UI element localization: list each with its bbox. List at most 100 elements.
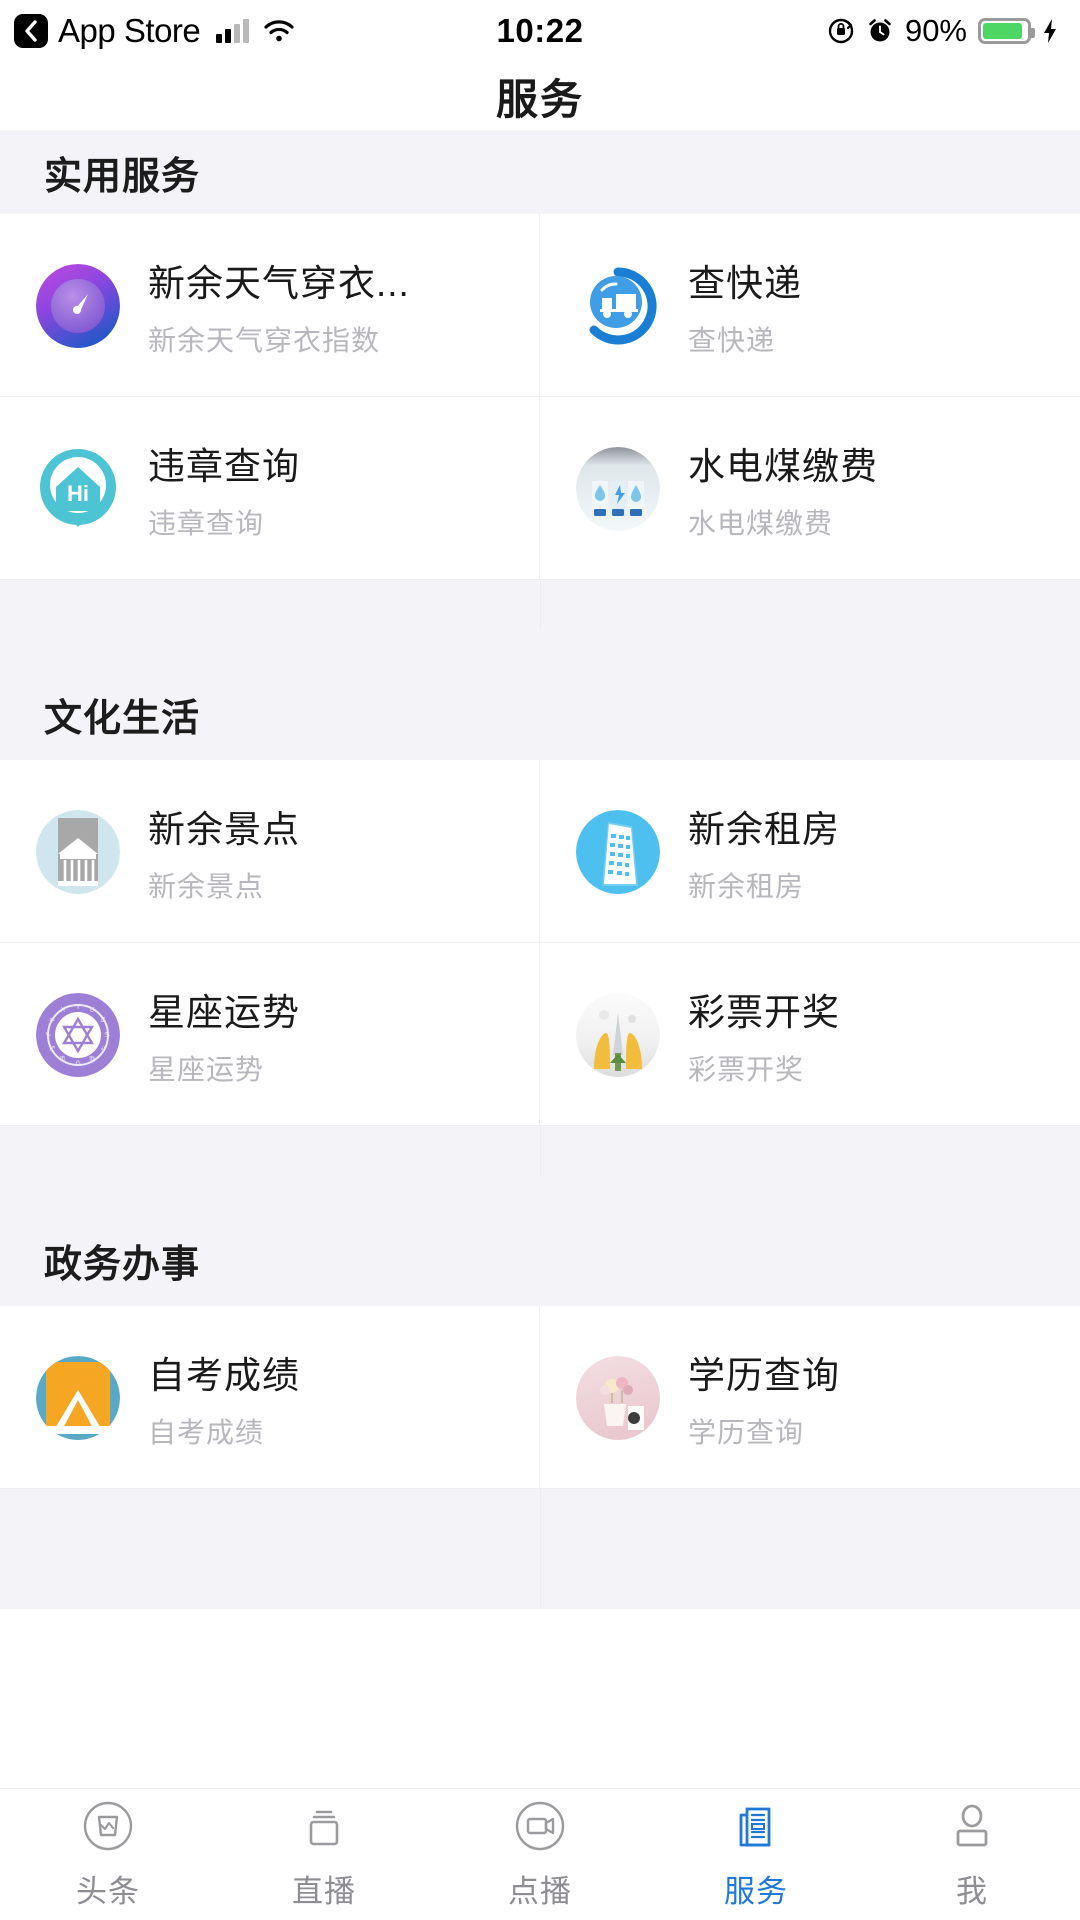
service-item-subtitle: 查快递 <box>688 324 776 356</box>
svg-text:♑: ♑ <box>45 1031 51 1039</box>
service-item-education-query[interactable]: 学历查询 学历查询 <box>540 1306 1080 1489</box>
headlines-icon <box>80 1798 136 1854</box>
section-grid-culture: 新余景点 新余景点 新余租房 新余租房 ♈ ♉ ♊ ♋ ♌ ♍ ♎ ♏ ♐ ♑ … <box>0 760 1080 1126</box>
service-item-subtitle: 自考成绩 <box>148 1416 265 1448</box>
service-item-traffic-violation[interactable]: Hi 违章查询 违章查询 <box>0 397 540 580</box>
section-spacer <box>0 580 1080 630</box>
svg-text:♒: ♒ <box>49 1016 55 1024</box>
lightning-bolt-icon <box>1044 19 1056 43</box>
service-list-scroll[interactable]: 实用服务 新余天气穿衣... 新余天气穿衣指数 查快递 查快递 Hi 违章查询 … <box>0 130 1080 1788</box>
service-item-subtitle: 水电煤缴费 <box>688 507 834 539</box>
video-on-demand-icon <box>512 1798 568 1854</box>
service-item-subtitle: 彩票开奖 <box>688 1053 805 1085</box>
svg-text:♌: ♌ <box>100 1045 106 1053</box>
flower-vase-photo-icon <box>576 1355 660 1440</box>
service-item-title: 新余天气穿衣... <box>148 262 410 304</box>
cellular-signal-icon <box>216 19 250 43</box>
zodiac-wheel-icon: ♈ ♉ ♊ ♋ ♌ ♍ ♎ ♏ ♐ ♑ ♒ ♓ <box>36 992 120 1077</box>
tab-profile[interactable]: 我 <box>864 1789 1080 1920</box>
service-item-texts: 学历查询 学历查询 <box>688 1345 1080 1451</box>
status-bar: App Store 10:22 90% <box>0 0 1080 62</box>
status-bar-right: 90% <box>827 13 1058 49</box>
chevron-left-icon <box>25 20 37 42</box>
tab-label: 服务 <box>724 1874 788 1909</box>
back-app-label[interactable]: App Store <box>58 12 201 50</box>
svg-text:♏: ♏ <box>60 1055 67 1063</box>
svg-text:♐: ♐ <box>49 1045 55 1053</box>
service-item-subtitle: 星座运势 <box>148 1053 265 1085</box>
service-item-subtitle: 新余租房 <box>688 870 805 902</box>
service-item-scenic-spots[interactable]: 新余景点 新余景点 <box>0 760 540 943</box>
tab-label: 头条 <box>76 1874 140 1909</box>
section-header-practical: 实用服务 <box>0 130 1080 214</box>
service-item-texts: 违章查询 违章查询 <box>148 436 540 542</box>
svg-text:♉: ♉ <box>89 1006 95 1014</box>
services-newspaper-icon <box>728 1798 784 1854</box>
service-item-texts: 查快递 查快递 <box>688 253 1080 359</box>
app-root: App Store 10:22 90% 服务 实用服务 新余天气穿衣... 新余… <box>0 0 1080 1920</box>
service-item-title: 新余租房 <box>688 808 840 850</box>
apartment-building-icon <box>576 809 660 894</box>
svg-text:♎: ♎ <box>75 1059 81 1067</box>
section-header-government: 政务办事 <box>0 1176 1080 1306</box>
service-item-subtitle: 新余景点 <box>148 870 265 902</box>
back-to-app-store-button[interactable] <box>14 14 48 48</box>
utilities-meter-icon <box>576 446 660 531</box>
service-item-title: 查快递 <box>688 262 802 304</box>
alarm-clock-icon <box>869 19 891 42</box>
service-item-texts: 新余景点 新余景点 <box>148 799 540 905</box>
section-label: 实用服务 <box>44 155 201 198</box>
service-item-title: 新余景点 <box>148 808 300 850</box>
weather-gauge-icon <box>36 263 120 348</box>
service-item-texts: 星座运势 星座运势 <box>148 982 540 1088</box>
live-stream-icon <box>296 1798 352 1854</box>
navigation-bar: 服务 <box>0 62 1080 130</box>
bottom-tab-bar: 头条 直播 点播 服务 我 <box>0 1788 1080 1920</box>
temple-landmark-icon <box>36 809 120 894</box>
service-item-texts: 彩票开奖 彩票开奖 <box>688 982 1080 1088</box>
service-item-texts: 自考成绩 自考成绩 <box>148 1345 540 1451</box>
section-label: 政务办事 <box>44 1244 201 1286</box>
service-item-texts: 水电煤缴费 水电煤缴费 <box>688 436 1080 542</box>
service-item-title: 水电煤缴费 <box>688 445 878 487</box>
tab-services[interactable]: 服务 <box>648 1789 864 1920</box>
service-item-rental-housing[interactable]: 新余租房 新余租房 <box>540 760 1080 943</box>
hi-house-icon: Hi <box>36 447 120 531</box>
service-item-horoscope[interactable]: ♈ ♉ ♊ ♋ ♌ ♍ ♎ ♏ ♐ ♑ ♒ ♓ 星座运势 星座运势 <box>0 943 540 1126</box>
delivery-truck-search-icon <box>576 263 660 348</box>
svg-text:♓: ♓ <box>60 1006 66 1014</box>
service-item-weather[interactable]: 新余天气穿衣... 新余天气穿衣指数 <box>0 214 540 397</box>
svg-text:♍: ♍ <box>89 1055 96 1063</box>
tab-live[interactable]: 直播 <box>216 1789 432 1920</box>
lottery-ticket-icon <box>576 992 660 1077</box>
service-item-title: 彩票开奖 <box>688 991 840 1033</box>
service-item-title: 违章查询 <box>148 445 300 487</box>
profile-person-icon <box>944 1798 1000 1854</box>
service-item-title: 学历查询 <box>688 1354 840 1396</box>
mountain-photo-icon <box>36 1355 120 1440</box>
section-label: 文化生活 <box>44 698 201 740</box>
tab-label: 我 <box>956 1874 988 1909</box>
section-spacer-bottom <box>0 1489 1080 1609</box>
service-item-utilities[interactable]: 水电煤缴费 水电煤缴费 <box>540 397 1080 580</box>
service-item-title: 星座运势 <box>148 991 300 1033</box>
rotation-lock-icon <box>828 18 854 44</box>
tab-on-demand[interactable]: 点播 <box>432 1789 648 1920</box>
section-grid-government: 自考成绩 自考成绩 学历查询 学历查询 <box>0 1306 1080 1489</box>
service-item-subtitle: 违章查询 <box>148 507 265 539</box>
service-item-express[interactable]: 查快递 查快递 <box>540 214 1080 397</box>
svg-text:♋: ♋ <box>104 1031 110 1039</box>
service-item-subtitle: 新余天气穿衣指数 <box>148 324 381 356</box>
battery-percent-label: 90% <box>904 13 967 48</box>
battery-icon <box>978 18 1035 44</box>
service-item-exam-scores[interactable]: 自考成绩 自考成绩 <box>0 1306 540 1489</box>
service-item-lottery[interactable]: 彩票开奖 彩票开奖 <box>540 943 1080 1126</box>
section-header-culture: 文化生活 <box>0 630 1080 760</box>
service-item-texts: 新余天气穿衣... 新余天气穿衣指数 <box>148 253 540 359</box>
tab-headlines[interactable]: 头条 <box>0 1789 216 1920</box>
service-item-texts: 新余租房 新余租房 <box>688 799 1080 905</box>
status-bar-left: App Store <box>14 12 295 50</box>
section-spacer <box>0 1126 1080 1176</box>
service-item-subtitle: 学历查询 <box>688 1416 805 1448</box>
section-grid-practical: 新余天气穿衣... 新余天气穿衣指数 查快递 查快递 Hi 违章查询 违章查询 … <box>0 214 1080 580</box>
